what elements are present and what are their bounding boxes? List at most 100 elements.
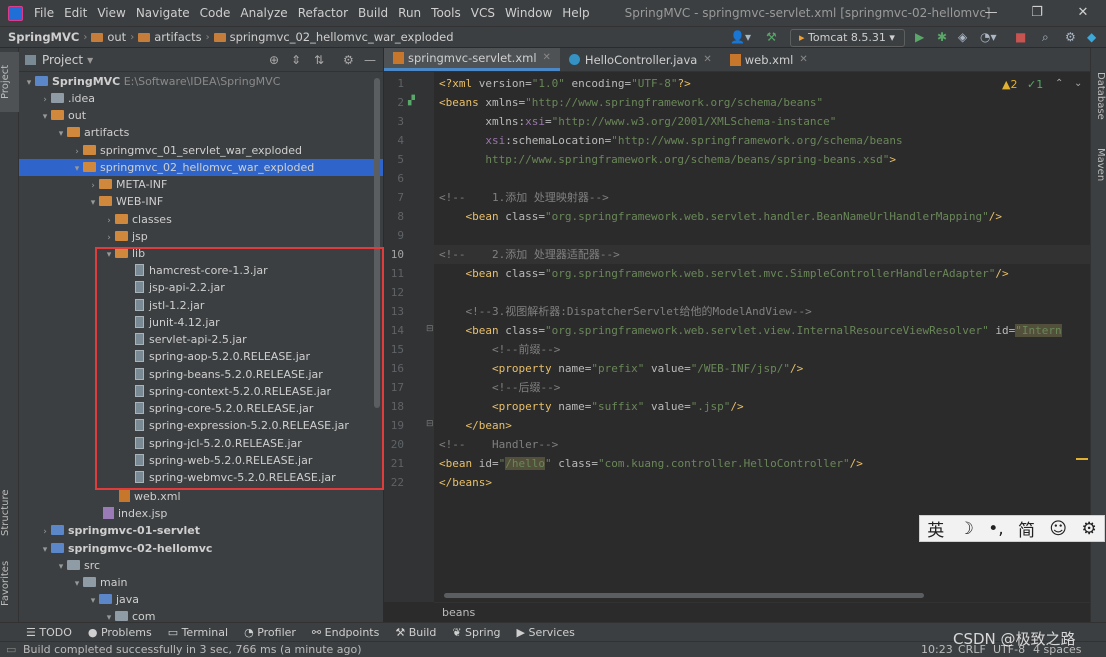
ime-language-toggle[interactable]: 英	[927, 516, 944, 541]
menu-navigate[interactable]: Navigate	[131, 0, 195, 26]
fold-icon[interactable]: ⊟	[426, 419, 434, 429]
ime-simplified-toggle[interactable]: 简	[1018, 516, 1035, 541]
smile-icon[interactable]: ☺	[1049, 519, 1067, 539]
build-hammer-icon[interactable]: ⚒	[766, 30, 777, 44]
tree-item-artifact-02[interactable]: ▾ springmvc_02_hellomvc_war_exploded	[19, 159, 383, 176]
tool-tab-terminal[interactable]: ▭ Terminal	[160, 626, 236, 639]
code-line[interactable]: <!--3.视图解析器:DispatcherServlet给他的ModelAnd…	[439, 302, 812, 321]
caret-position[interactable]: 10:23	[921, 642, 953, 657]
minimize-button[interactable]: —	[968, 0, 1014, 26]
code-line[interactable]: <bean id="/hello" class="com.kuang.contr…	[439, 454, 863, 473]
tree-item-idea[interactable]: › .idea	[19, 90, 383, 107]
tool-tab-spring[interactable]: ❦ Spring	[444, 626, 508, 639]
structure-tool-tab[interactable]: Structure	[0, 478, 19, 548]
code-line[interactable]: <!-- 2.添加 处理器适配器-->	[439, 245, 620, 264]
gear-icon[interactable]: ⚙	[1081, 519, 1096, 539]
tool-tab-problems[interactable]: ● Problems	[80, 626, 160, 639]
tree-item-module-01[interactable]: › springmvc-01-servlet	[19, 522, 383, 539]
run-icon[interactable]: ▶	[915, 30, 924, 44]
code-line[interactable]: xsi:schemaLocation="http://www.springfra…	[439, 131, 902, 150]
check-count[interactable]: ✓1	[1027, 78, 1043, 91]
status-message[interactable]: Build completed successfully in 3 sec, 7…	[23, 642, 362, 657]
code-line[interactable]: <!-- 1.添加 处理映射器-->	[439, 188, 609, 207]
crumb-project[interactable]: SpringMVC	[0, 30, 82, 44]
menu-file[interactable]: File	[29, 0, 59, 26]
tree-item-meta-inf[interactable]: › META-INF	[19, 176, 383, 193]
tree-item-out[interactable]: ▾ out	[19, 107, 383, 124]
warning-count[interactable]: ▲2	[1002, 78, 1017, 91]
user-icon[interactable]: 👤▾	[730, 30, 751, 44]
stop-icon[interactable]: ■	[1015, 30, 1026, 44]
tree-item-java[interactable]: ▾ java	[19, 591, 383, 608]
database-tool-tab[interactable]: Database	[1091, 72, 1106, 132]
code-line[interactable]: <bean class="org.springframework.web.ser…	[439, 207, 1002, 226]
gear-icon[interactable]: ⚙	[1065, 30, 1076, 44]
chevron-down-icon[interactable]: ▾	[87, 53, 93, 67]
tree-item-web-inf[interactable]: ▾ WEB-INF	[19, 193, 383, 210]
crumb-artifacts[interactable]: artifacts	[135, 30, 204, 44]
punctuation-icon[interactable]: •,	[988, 519, 1003, 539]
code-line[interactable]: <!--前缀-->	[439, 340, 560, 359]
code-line[interactable]: <property name="suffix" value=".jsp"/>	[439, 397, 744, 416]
maximize-button[interactable]: ❐	[1014, 0, 1060, 26]
gear-icon[interactable]: ⚙	[343, 53, 354, 67]
menu-view[interactable]: View	[92, 0, 130, 26]
editor-breadcrumb[interactable]: beans	[434, 602, 1090, 622]
hide-icon[interactable]: —	[364, 53, 376, 67]
tree-root[interactable]: ▾ SpringMVC E:\Software\IDEA\SpringMVC	[19, 73, 383, 90]
menu-refactor[interactable]: Refactor	[293, 0, 353, 26]
editor-h-scrollbar[interactable]	[444, 593, 924, 598]
warning-marker[interactable]	[1076, 458, 1088, 460]
code-line[interactable]: <?xml version="1.0" encoding="UTF-8"?>	[439, 74, 691, 93]
menu-run[interactable]: Run	[393, 0, 426, 26]
crumb-out[interactable]: out	[88, 30, 129, 44]
tree-item-jsp[interactable]: › jsp	[19, 228, 383, 245]
tree-item-index-jsp[interactable]: index.jsp	[19, 505, 383, 522]
code-line[interactable]: <!--后缀-->	[439, 378, 560, 397]
crumb-artifact[interactable]: springmvc_02_hellomvc_war_exploded	[211, 30, 457, 44]
chevron-up-icon[interactable]: ⌃	[1055, 78, 1063, 89]
bean-gutter-icon[interactable]: ▞	[408, 96, 415, 106]
expand-all-icon[interactable]: ⇕	[291, 53, 301, 67]
plugin-icon[interactable]: ◆	[1087, 30, 1096, 44]
coverage-icon[interactable]: ◈	[958, 30, 967, 44]
tree-item-src[interactable]: ▾ src	[19, 557, 383, 574]
menu-edit[interactable]: Edit	[59, 0, 92, 26]
close-button[interactable]: ✕	[1060, 0, 1106, 26]
menu-analyze[interactable]: Analyze	[235, 0, 292, 26]
tool-tab-build[interactable]: ⚒ Build	[387, 626, 444, 639]
tree-item-web-xml[interactable]: web.xml	[19, 488, 383, 505]
tool-tab-endpoints[interactable]: ⚯ Endpoints	[304, 626, 387, 639]
maven-tool-tab[interactable]: Maven	[1091, 148, 1106, 198]
tree-item-main[interactable]: ▾ main	[19, 574, 383, 591]
chevron-down-icon[interactable]: ⌄	[1074, 78, 1082, 89]
tree-item-artifact-01[interactable]: › springmvc_01_servlet_war_exploded	[19, 142, 383, 159]
close-icon[interactable]: ✕	[703, 48, 711, 72]
tab-web-xml[interactable]: web.xml ✕	[721, 48, 817, 71]
close-icon[interactable]: ✕	[543, 46, 551, 70]
code-line[interactable]: <bean class="org.springframework.web.ser…	[439, 264, 1009, 283]
code-line[interactable]: <beans xmlns="http://www.springframework…	[439, 93, 823, 112]
locate-icon[interactable]: ⊕	[269, 53, 279, 67]
menu-build[interactable]: Build	[353, 0, 393, 26]
tree-item-artifacts[interactable]: ▾ artifacts	[19, 124, 383, 141]
tree-item-com[interactable]: ▾ com	[19, 608, 383, 622]
code-line[interactable]: </beans>	[439, 473, 492, 492]
code-line[interactable]: <bean class="org.springframework.web.ser…	[439, 321, 1062, 340]
tree-item-module-02[interactable]: ▾ springmvc-02-hellomvc	[19, 540, 383, 557]
tool-tab-todo[interactable]: ☰ TODO	[0, 626, 80, 639]
tree-item-classes[interactable]: › classes	[19, 211, 383, 228]
code-line[interactable]: http://www.springframework.org/schema/be…	[439, 150, 896, 169]
search-icon[interactable]: ⌕	[1042, 30, 1049, 45]
fold-icon[interactable]: ⊟	[426, 324, 434, 334]
tool-tab-services[interactable]: ▶ Services	[509, 626, 583, 639]
code-line[interactable]: <property name="prefix" value="/WEB-INF/…	[439, 359, 803, 378]
menu-window[interactable]: Window	[500, 0, 557, 26]
run-configuration-select[interactable]: ▸ Tomcat 8.5.31 ▾	[790, 29, 905, 47]
menu-help[interactable]: Help	[557, 0, 594, 26]
menu-tools[interactable]: Tools	[426, 0, 466, 26]
close-icon[interactable]: ✕	[799, 48, 807, 72]
code-line[interactable]: </bean>	[439, 416, 512, 435]
project-view-select[interactable]: Project	[42, 53, 83, 67]
collapse-all-icon[interactable]: ⇅	[314, 53, 324, 67]
